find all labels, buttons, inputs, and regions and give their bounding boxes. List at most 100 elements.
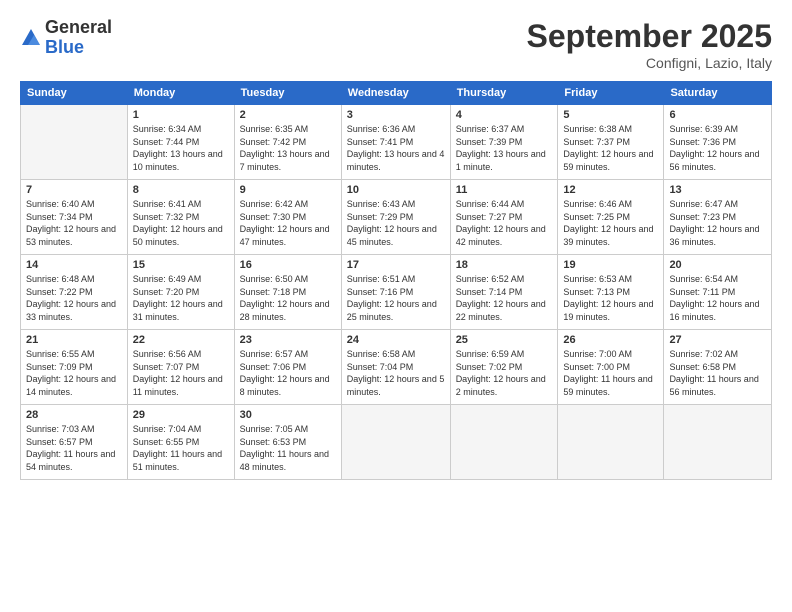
sunrise-text: Sunrise: 6:52 AM	[456, 274, 525, 284]
sunset-text: Sunset: 7:13 PM	[563, 287, 630, 297]
daylight-text: Daylight: 13 hours and 10 minutes.	[133, 149, 223, 172]
day-info: Sunrise: 6:58 AMSunset: 7:04 PMDaylight:…	[347, 348, 445, 398]
sunrise-text: Sunrise: 6:35 AM	[240, 124, 309, 134]
day-number: 29	[133, 409, 229, 421]
title-block: September 2025 Configni, Lazio, Italy	[527, 18, 772, 71]
calendar-cell: 22Sunrise: 6:56 AMSunset: 7:07 PMDayligh…	[127, 330, 234, 405]
sunrise-text: Sunrise: 6:42 AM	[240, 199, 309, 209]
calendar-cell: 24 Sunrise: 6:58 AMSunset: 7:04 PMDayligh…	[341, 330, 450, 405]
daylight-text: Daylight: 12 hours and 28 minutes.	[240, 299, 330, 322]
weekday-header: Monday	[127, 82, 234, 105]
calendar-week-row: 14 Sunrise: 6:48 AMSunset: 7:22 PMDayligh…	[21, 255, 772, 330]
sunset-text: Sunset: 6:55 PM	[133, 437, 200, 447]
day-number: 14	[26, 259, 122, 271]
logo-icon	[20, 27, 42, 49]
day-info: Sunrise: 6:59 AMSunset: 7:02 PMDaylight:…	[456, 348, 553, 398]
sunset-text: Sunset: 7:27 PM	[456, 212, 523, 222]
daylight-text: Daylight: 11 hours and 59 minutes.	[563, 374, 652, 397]
header: General Blue September 2025 Configni, La…	[20, 18, 772, 71]
sunrise-text: Sunrise: 6:44 AM	[456, 199, 525, 209]
day-info: Sunrise: 6:43 AMSunset: 7:29 PMDaylight:…	[347, 198, 445, 248]
calendar-body: 1Sunrise: 6:34 AMSunset: 7:44 PMDaylight…	[21, 105, 772, 480]
day-info: Sunrise: 6:38 AMSunset: 7:37 PMDaylight:…	[563, 123, 658, 173]
logo-text: General Blue	[45, 18, 112, 58]
day-info: Sunrise: 6:35 AMSunset: 7:42 PMDaylight:…	[240, 123, 336, 173]
calendar-cell: 4 Sunrise: 6:37 AMSunset: 7:39 PMDaylight…	[450, 105, 558, 180]
day-info: Sunrise: 6:42 AM Sunset: 7:30 PM Daylight:…	[240, 198, 336, 248]
calendar-cell: 10Sunrise: 6:43 AMSunset: 7:29 PMDayligh…	[341, 180, 450, 255]
sunrise-text: Sunrise: 6:54 AM	[669, 274, 738, 284]
sunset-text: Sunset: 7:02 PM	[456, 362, 523, 372]
day-info: Sunrise: 6:44 AM Sunset: 7:27 PM Daylight:…	[456, 198, 553, 248]
day-number: 24	[347, 334, 445, 346]
sunrise-text: Sunrise: 6:43 AM	[347, 199, 416, 209]
day-info: Sunrise: 6:48 AMSunset: 7:22 PMDaylight:…	[26, 273, 122, 323]
daylight-text: Daylight: 13 hours and 4 minutes.	[347, 149, 445, 172]
day-number: 15	[133, 259, 229, 271]
calendar-cell: 1Sunrise: 6:34 AMSunset: 7:44 PMDaylight…	[127, 105, 234, 180]
calendar-cell: 25 Sunrise: 6:59 AMSunset: 7:02 PMDayligh…	[450, 330, 558, 405]
sunset-text: Sunset: 6:53 PM	[240, 437, 307, 447]
weekday-header: Sunday	[21, 82, 128, 105]
calendar-cell: 13 Sunrise: 6:47 AMSunset: 7:23 PMDayligh…	[664, 180, 772, 255]
day-number: 2	[240, 109, 336, 121]
sunrise-text: Sunrise: 6:38 AM	[563, 124, 632, 134]
day-number: 16	[240, 259, 336, 271]
calendar-cell: 21Sunrise: 6:55 AMSunset: 7:09 PMDayligh…	[21, 330, 128, 405]
day-info: Sunrise: 6:49 AMSunset: 7:20 PMDaylight:…	[133, 273, 229, 323]
daylight-text: Daylight: 12 hours and 53 minutes.	[26, 224, 116, 247]
day-number: 28	[26, 409, 122, 421]
day-number: 1	[133, 109, 229, 121]
day-number: 12	[563, 184, 658, 196]
day-number: 18	[456, 259, 553, 271]
calendar-header: SundayMondayTuesdayWednesdayThursdayFrid…	[21, 82, 772, 105]
weekday-header: Saturday	[664, 82, 772, 105]
calendar-cell	[450, 405, 558, 480]
day-info: Sunrise: 6:36 AMSunset: 7:41 PMDaylight:…	[347, 123, 445, 173]
daylight-text: Daylight: 12 hours and 5 minutes.	[347, 374, 445, 397]
day-number: 5	[563, 109, 658, 121]
daylight-text: Daylight: 11 hours and 56 minutes.	[669, 374, 758, 397]
sunrise-text: Sunrise: 7:05 AM	[240, 424, 309, 434]
day-info: Sunrise: 6:57 AMSunset: 7:06 PMDaylight:…	[240, 348, 336, 398]
day-number: 8	[133, 184, 229, 196]
calendar-cell: 9Sunrise: 6:42 AMSunset: 7:30 PMDaylight…	[234, 180, 341, 255]
daylight-text: Daylight: 12 hours and 42 minutes.	[456, 224, 546, 247]
day-number: 25	[456, 334, 553, 346]
calendar-cell	[558, 405, 664, 480]
day-info: Sunrise: 6:52 AMSunset: 7:14 PMDaylight:…	[456, 273, 553, 323]
day-info: Sunrise: 6:39 AMSunset: 7:36 PMDaylight:…	[669, 123, 766, 173]
sunrise-text: Sunrise: 6:50 AM	[240, 274, 309, 284]
day-info: Sunrise: 6:46 AMSunset: 7:25 PMDaylight:…	[563, 198, 658, 248]
daylight-text: Daylight: 12 hours and 47 minutes.	[240, 224, 330, 247]
sunset-text: Sunset: 7:39 PM	[456, 137, 523, 147]
day-info: Sunrise: 6:40 AMSunset: 7:34 PMDaylight:…	[26, 198, 122, 248]
sunset-text: Sunset: 7:29 PM	[347, 212, 414, 222]
sunrise-text: Sunrise: 7:03 AM	[26, 424, 95, 434]
sunset-text: Sunset: 7:30 PM	[240, 212, 307, 222]
logo-general: General	[45, 18, 112, 38]
day-info: Sunrise: 6:51 AMSunset: 7:16 PMDaylight:…	[347, 273, 445, 323]
sunrise-text: Sunrise: 6:46 AM	[563, 199, 632, 209]
day-number: 23	[240, 334, 336, 346]
daylight-text: Daylight: 12 hours and 25 minutes.	[347, 299, 437, 322]
day-number: 13	[669, 184, 766, 196]
daylight-text: Daylight: 12 hours and 19 minutes.	[563, 299, 653, 322]
calendar-cell	[21, 105, 128, 180]
day-info: Sunrise: 6:47 AMSunset: 7:23 PMDaylight:…	[669, 198, 766, 248]
day-info: Sunrise: 6:37 AMSunset: 7:39 PMDaylight:…	[456, 123, 553, 173]
day-number: 4	[456, 109, 553, 121]
calendar-cell: 14 Sunrise: 6:48 AMSunset: 7:22 PMDayligh…	[21, 255, 128, 330]
sunrise-text: Sunrise: 6:51 AM	[347, 274, 416, 284]
day-info: Sunrise: 6:53 AMSunset: 7:13 PMDaylight:…	[563, 273, 658, 323]
day-info: Sunrise: 6:55 AMSunset: 7:09 PMDaylight:…	[26, 348, 122, 398]
sunset-text: Sunset: 7:07 PM	[133, 362, 200, 372]
calendar-cell: 30Sunrise: 7:05 AMSunset: 6:53 PMDayligh…	[234, 405, 341, 480]
month-title: September 2025	[527, 18, 772, 55]
calendar-cell: 5 Sunrise: 6:38 AMSunset: 7:37 PMDaylight…	[558, 105, 664, 180]
day-info: Sunrise: 6:41 AMSunset: 7:32 PMDaylight:…	[133, 198, 229, 248]
calendar-cell	[341, 405, 450, 480]
day-number: 27	[669, 334, 766, 346]
calendar-cell: 7Sunrise: 6:40 AMSunset: 7:34 PMDaylight…	[21, 180, 128, 255]
daylight-text: Daylight: 13 hours and 7 minutes.	[240, 149, 330, 172]
